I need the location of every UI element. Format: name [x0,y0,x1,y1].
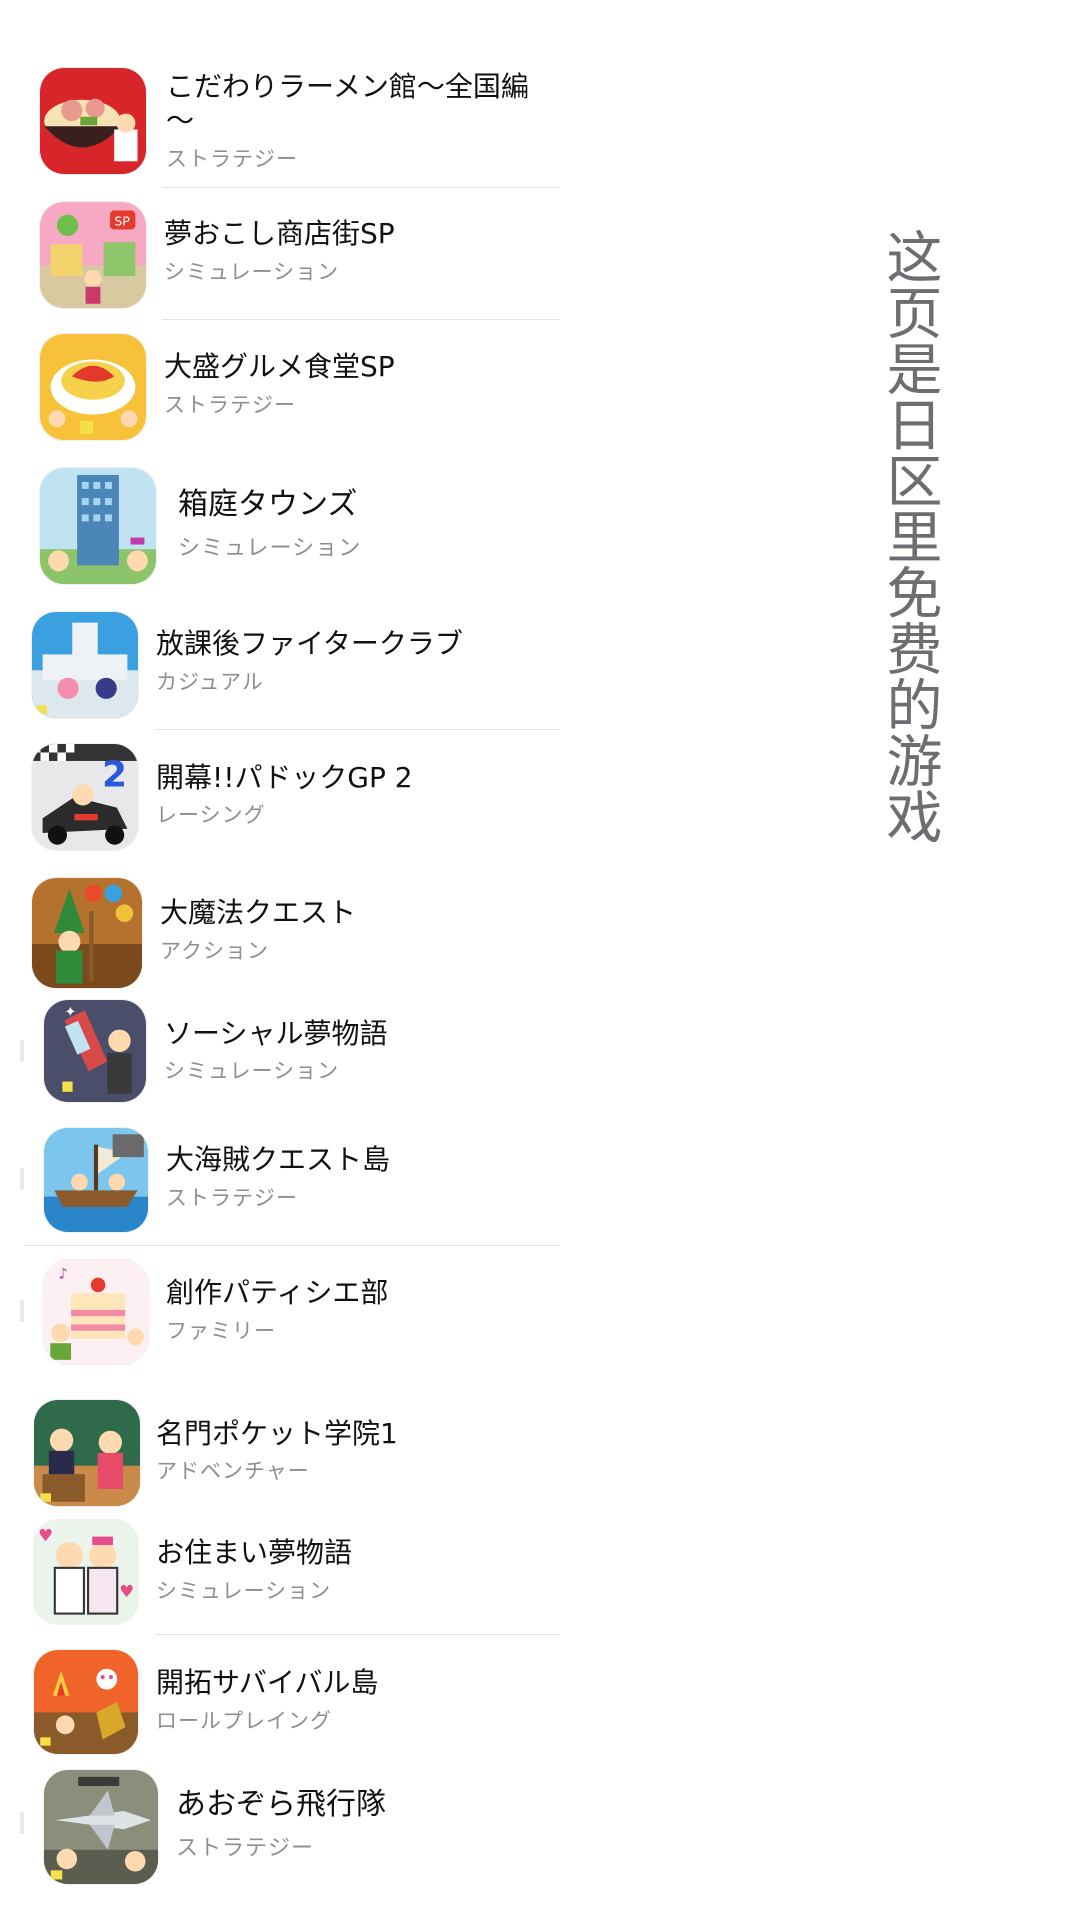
annotation-note: 这页是日区里免费的游戏 [877,228,942,844]
app-title: 放課後ファイタークラブ [156,627,463,660]
app-title: ソーシャル夢物語 [164,1017,388,1050]
edge-mark [20,1168,24,1190]
separator [162,319,560,320]
edge-mark [20,1040,24,1062]
app-genre: カジュアル [156,670,264,694]
edge-mark [20,1812,24,1834]
ramen-icon[interactable] [40,68,146,174]
building-icon[interactable] [40,468,156,584]
app-genre: シミュレーション [164,260,340,284]
app-title: 名門ポケット学院1 [156,1417,398,1450]
app-title: 夢おこし商店街SP [164,217,395,250]
app-genre: ストラテジー [164,393,296,417]
app-genre: シミュレーション [178,536,362,561]
app-title: 箱庭タウンズ [178,487,358,522]
wizard-icon[interactable] [32,878,142,988]
pirate-ship-icon[interactable] [44,1128,148,1232]
couple-icon[interactable]: ♥ ♥ [34,1520,138,1624]
app-title: 創作パティシエ部 [166,1276,389,1309]
phone-icon[interactable]: ✦ [44,1000,146,1102]
separator [156,1634,560,1635]
svg-text:2: 2 [102,754,127,795]
edge-mark [20,1300,24,1322]
app-title: 開拓サバイバル島 [156,1666,379,1699]
app-genre: アクション [160,939,269,963]
separator [24,1245,560,1246]
app-genre: ロールプレイング [156,1709,332,1733]
app-title: お住まい夢物語 [156,1536,353,1569]
cake-icon[interactable]: ♪ [44,1260,148,1364]
app-title: 大盛グルメ食堂SP [164,350,395,383]
app-list: こだわりラーメン館～全国編～ ストラテジー SP 夢おこし商店街SP シミュレー… [0,0,600,1921]
campfire-icon[interactable] [34,1650,138,1754]
app-title: あおぞら飛行隊 [176,1787,386,1822]
app-title: 開幕!!パドックGP 2 [156,761,413,794]
app-title: 大海賊クエスト島 [166,1143,391,1176]
app-genre: アドベンチャー [156,1459,310,1483]
svg-text:♥: ♥ [38,1526,53,1545]
shopping-street-icon[interactable]: SP [40,202,146,308]
svg-text:♪: ♪ [59,1266,68,1283]
jet-icon[interactable] [44,1770,158,1884]
app-genre: ストラテジー [166,147,298,171]
app-title: 大魔法クエスト [160,896,357,929]
app-genre: レーシング [156,803,266,827]
school-icon[interactable] [32,612,138,718]
app-genre: シミュレーション [156,1579,332,1603]
racecar-icon[interactable]: 2 [32,744,138,850]
app-genre: ストラテジー [166,1186,298,1210]
svg-text:SP: SP [114,213,130,228]
omelette-icon[interactable] [40,334,146,440]
app-genre: シミュレーション [164,1059,340,1083]
classroom-icon[interactable] [34,1400,140,1506]
svg-text:♥: ♥ [119,1582,134,1601]
svg-text:✦: ✦ [64,1004,76,1020]
app-genre: ストラテジー [176,1836,315,1861]
app-genre: ファミリー [166,1319,276,1343]
separator [162,187,560,188]
separator [156,729,560,730]
app-title: こだわりラーメン館～全国編～ [166,70,529,137]
